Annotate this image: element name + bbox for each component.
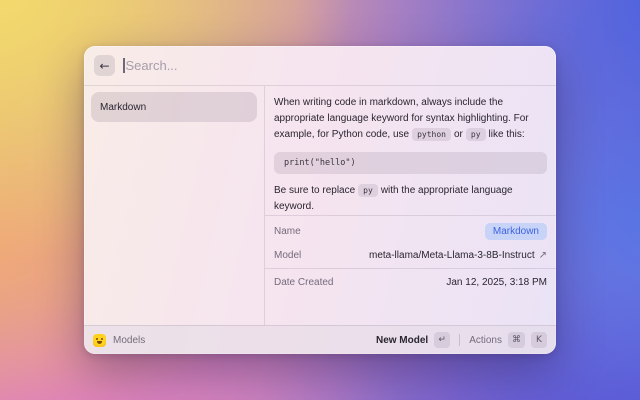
hugging-face-icon (93, 334, 106, 347)
name-badge: Markdown (485, 223, 547, 240)
prompt-preview: When writing code in markdown, always in… (265, 86, 556, 215)
metadata-section: Name Markdown Model meta-llama/Meta-Llam… (265, 215, 556, 325)
actions-label: Actions (469, 335, 502, 346)
footer-left: Models (93, 334, 145, 347)
window-body: Markdown When writing code in markdown, … (84, 86, 556, 325)
sidebar-item-label: Markdown (100, 102, 146, 113)
prompt-paragraph-2: Be sure to replacepywith the appropriate… (274, 183, 547, 215)
back-button[interactable]: ← (94, 55, 115, 76)
back-arrow-icon: ← (99, 60, 109, 72)
model-label: Model (274, 250, 301, 261)
new-model-button[interactable]: New Model (376, 335, 428, 346)
name-label: Name (274, 226, 301, 237)
inline-code-python: python (412, 128, 451, 141)
sidebar-item-markdown[interactable]: Markdown (91, 92, 257, 122)
row-divider (265, 268, 556, 269)
command-keycap: ⌘ (508, 332, 525, 348)
actions-button[interactable]: Actions (469, 335, 502, 346)
footer-right: New Model ↵ Actions ⌘ K (376, 332, 547, 348)
models-label: Models (113, 335, 145, 346)
code-block-text: print("hello") (284, 158, 356, 168)
model-value: meta-llama/Meta-Llama-3-8B-Instruct (369, 250, 535, 261)
detail-row-date-created: Date Created Jan 12, 2025, 3:18 PM (265, 270, 556, 294)
date-created-label: Date Created (274, 277, 333, 288)
desktop-background: ← Markdown When writing code in markdown… (0, 0, 640, 400)
inline-code-py: py (466, 128, 486, 141)
model-link[interactable]: meta-llama/Meta-Llama-3-8B-Instruct ↗ (369, 250, 547, 261)
sidebar: Markdown (84, 86, 265, 325)
prompt-paragraph-1: When writing code in markdown, always in… (274, 95, 547, 143)
date-created-value: Jan 12, 2025, 3:18 PM (446, 277, 547, 288)
command-palette-window: ← Markdown When writing code in markdown… (84, 46, 556, 354)
text-run: like this: (489, 129, 525, 140)
detail-panel: When writing code in markdown, always in… (265, 86, 556, 325)
search-header: ← (84, 46, 556, 86)
footer-bar: Models New Model ↵ Actions ⌘ K (84, 325, 556, 354)
text-run: or (454, 129, 463, 140)
k-keycap: K (531, 332, 547, 348)
detail-row-name: Name Markdown (265, 219, 556, 243)
detail-row-model: Model meta-llama/Meta-Llama-3-8B-Instruc… (265, 243, 556, 267)
inline-code-py: py (358, 184, 378, 197)
footer-divider (459, 334, 460, 346)
external-link-icon: ↗ (539, 250, 547, 261)
search-input[interactable] (125, 58, 547, 73)
text-run: Be sure to replace (274, 185, 355, 196)
code-block: print("hello") (274, 152, 547, 174)
return-keycap: ↵ (434, 332, 450, 348)
new-model-label: New Model (376, 335, 428, 346)
